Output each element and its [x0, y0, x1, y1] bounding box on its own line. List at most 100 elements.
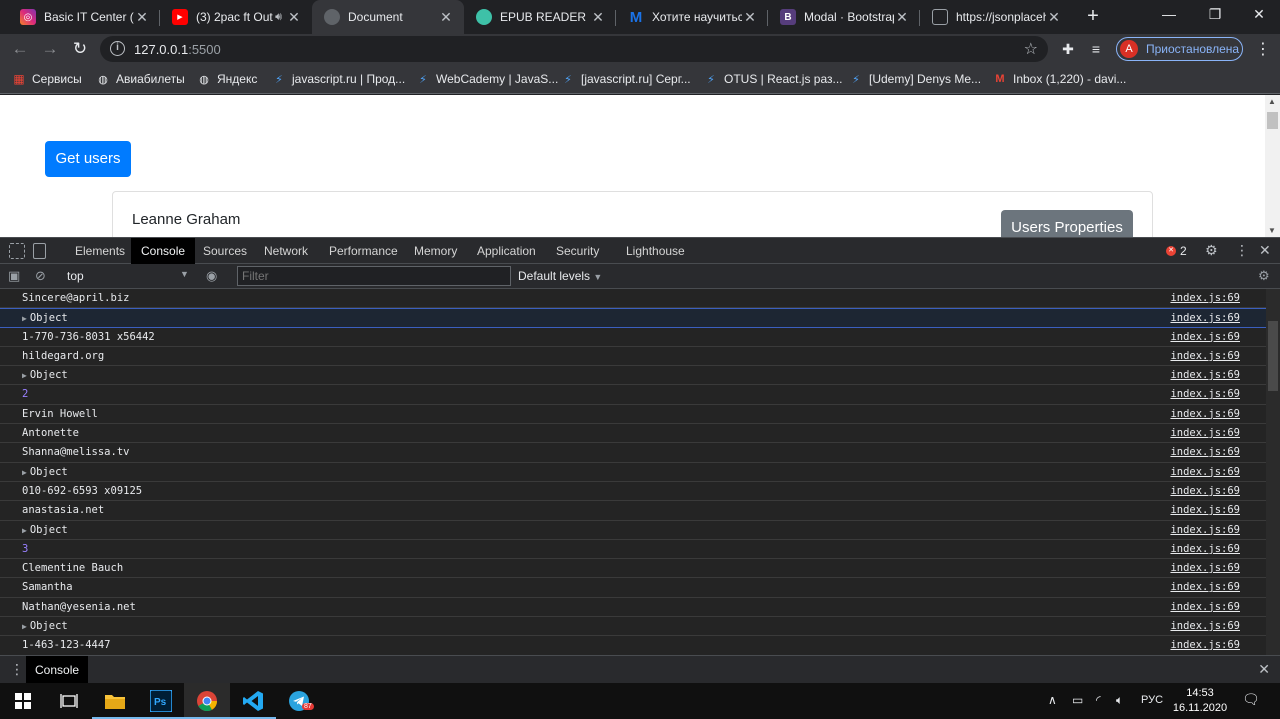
bookmark-star-icon[interactable]: ☆	[1024, 39, 1038, 59]
console-row[interactable]: ▶ Object index.js:69	[0, 308, 1266, 328]
task-view-icon[interactable]	[46, 683, 92, 719]
new-tab-button[interactable]: +	[1082, 5, 1104, 27]
close-icon[interactable]: ✕	[438, 9, 454, 26]
back-button[interactable]: ←	[8, 37, 32, 61]
console-source-link[interactable]: index.js:69	[1170, 369, 1240, 381]
language-indicator[interactable]: РУС	[1141, 694, 1163, 706]
tab-document[interactable]: Document ✕	[312, 0, 464, 34]
scrollbar-thumb[interactable]	[1267, 112, 1278, 129]
chrome-icon[interactable]	[184, 683, 230, 719]
bookmark-yandex[interactable]: ◍ Яндекс	[197, 71, 257, 87]
drawer-menu-icon[interactable]: ⋮	[10, 661, 24, 678]
page-scrollbar[interactable]: ▲ ▼	[1265, 95, 1280, 237]
tab-instagram[interactable]: ◎ Basic IT Center (@ ✕	[8, 0, 160, 34]
context-selector[interactable]: top	[67, 269, 84, 283]
console-row[interactable]: ▶ Object index.js:69	[0, 617, 1266, 637]
extensions-icon[interactable]: ✚	[1058, 39, 1078, 59]
console-settings-icon[interactable]: ⚙	[1258, 268, 1270, 284]
expand-triangle-icon[interactable]: ▶	[22, 314, 27, 323]
info-icon[interactable]: i	[110, 41, 125, 56]
expand-triangle-icon[interactable]: ▶	[22, 468, 27, 477]
console-source-link[interactable]: index.js:69	[1170, 427, 1240, 439]
media-queue-icon[interactable]: ≡	[1086, 39, 1106, 59]
sidebar-toggle-icon[interactable]: ▣	[8, 268, 20, 284]
bookmark-webcademy[interactable]: ⚡ WebCademy | JavaS...	[416, 71, 558, 87]
close-icon[interactable]: ✕	[134, 9, 150, 26]
system-clock[interactable]: 14:53 16.11.2020	[1172, 686, 1228, 716]
tab-memory[interactable]: Memory	[404, 238, 467, 264]
console-source-link[interactable]: index.js:69	[1170, 581, 1240, 593]
chevron-down-icon[interactable]: ▼	[180, 269, 189, 279]
expand-triangle-icon[interactable]: ▶	[22, 371, 27, 380]
console-source-link[interactable]: index.js:69	[1170, 466, 1240, 478]
photoshop-icon[interactable]: Ps	[138, 683, 184, 719]
console-source-link[interactable]: index.js:69	[1170, 504, 1240, 516]
close-window-button[interactable]: ✕	[1236, 0, 1280, 30]
bookmark-aviabilety[interactable]: ◍ Авиабилеты	[96, 71, 185, 87]
console-source-link[interactable]: index.js:69	[1170, 292, 1240, 304]
tab-youtube[interactable]: ▶ (3) 2pac ft Out 🔊︎ ✕	[160, 0, 312, 34]
reload-button[interactable]: ↻	[68, 37, 92, 61]
settings-gear-icon[interactable]: ⚙	[1205, 242, 1218, 259]
log-levels-dropdown[interactable]: Default levels ▼	[518, 269, 602, 283]
telegram-icon[interactable]: 87	[276, 683, 322, 719]
drawer-tab-console[interactable]: Console	[26, 656, 89, 684]
console-row[interactable]: ▶ Object index.js:69	[0, 521, 1266, 540]
console-scrollbar[interactable]	[1266, 289, 1280, 655]
kebab-menu-icon[interactable]: ⋮	[1255, 39, 1271, 59]
tray-chevron-up-icon[interactable]: ∧	[1048, 693, 1057, 707]
tab-sources[interactable]: Sources	[193, 238, 257, 264]
close-devtools-icon[interactable]: ✕	[1259, 242, 1271, 259]
console-source-link[interactable]: index.js:69	[1170, 312, 1240, 324]
tab-lighthouse[interactable]: Lighthouse	[616, 238, 695, 264]
scrollbar-thumb[interactable]	[1268, 321, 1278, 391]
volume-icon[interactable]: 🔈︎	[1116, 693, 1123, 708]
bookmark-inbox[interactable]: M Inbox (1,220) - davi...	[993, 71, 1126, 87]
tab-bootstrap-modal[interactable]: B Modal · Bootstrap ✕	[768, 0, 920, 34]
console-source-link[interactable]: index.js:69	[1170, 524, 1240, 536]
console-source-link[interactable]: index.js:69	[1170, 485, 1240, 497]
tab-elements[interactable]: Elements	[65, 238, 135, 264]
get-users-button[interactable]: Get users	[45, 141, 131, 177]
profile-button[interactable]: А Приостановлена	[1116, 37, 1243, 61]
console-source-link[interactable]: index.js:69	[1170, 562, 1240, 574]
expand-triangle-icon[interactable]: ▶	[22, 622, 27, 631]
error-count-badge[interactable]: ✕ 2	[1166, 244, 1187, 258]
tab-jsonplaceholder[interactable]: https://jsonplaceh ✕	[920, 0, 1072, 34]
close-drawer-icon[interactable]: ✕	[1258, 661, 1270, 678]
console-message[interactable]: ▶ Object	[22, 312, 68, 324]
vscode-icon[interactable]	[230, 683, 276, 719]
devtools-menu-icon[interactable]: ⋮	[1235, 242, 1249, 259]
tab-application[interactable]: Application	[467, 238, 546, 264]
clear-console-icon[interactable]: ⊘	[35, 268, 46, 284]
tab-console[interactable]: Console	[131, 238, 196, 264]
eye-icon[interactable]: ◉	[206, 268, 217, 284]
maximize-button[interactable]: ❐	[1192, 0, 1238, 30]
close-icon[interactable]: ✕	[742, 9, 758, 26]
bookmark-services[interactable]: ▦ Сервисы	[12, 71, 81, 87]
bookmark-javascript-serg[interactable]: ⚡ [javascript.ru] Серг...	[561, 71, 691, 87]
address-bar[interactable]: i 127.0.0.1:5500 ☆	[100, 36, 1048, 62]
tab-performance[interactable]: Performance	[319, 238, 408, 264]
bookmark-otus-react[interactable]: ⚡ OTUS | React.js раз...	[704, 71, 842, 87]
console-source-link[interactable]: index.js:69	[1170, 620, 1240, 632]
close-icon[interactable]: ✕	[286, 9, 302, 26]
bookmark-udemy[interactable]: ⚡ [Udemy] Denys Me...	[849, 71, 981, 87]
close-icon[interactable]: ✕	[894, 9, 910, 26]
close-icon[interactable]: ✕	[1046, 9, 1062, 26]
console-row[interactable]: ▶ Object index.js:69	[0, 463, 1266, 482]
console-message[interactable]: ▶ Object	[22, 466, 68, 478]
console-source-link[interactable]: index.js:69	[1170, 388, 1240, 400]
console-source-link[interactable]: index.js:69	[1170, 601, 1240, 613]
scroll-down-icon[interactable]: ▼	[1268, 226, 1276, 235]
minimize-button[interactable]: —	[1146, 0, 1192, 30]
file-explorer-icon[interactable]	[92, 683, 138, 719]
console-message[interactable]: ▶ Object	[22, 524, 68, 536]
console-source-link[interactable]: index.js:69	[1170, 408, 1240, 420]
users-properties-button[interactable]: Users Properties	[1001, 210, 1133, 237]
console-message[interactable]: ▶ Object	[22, 369, 68, 381]
inspect-element-icon[interactable]	[9, 243, 25, 259]
close-icon[interactable]: ✕	[590, 9, 606, 26]
console-filter-input[interactable]	[237, 266, 511, 286]
tab-gmail-letter[interactable]: M Хотите научиться ✕	[616, 0, 768, 34]
